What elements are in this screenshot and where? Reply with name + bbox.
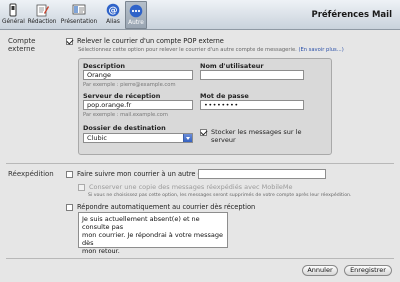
tab-compose[interactable]: Rédaction [27,1,57,29]
username-label: Nom d'utilisateur [200,62,264,70]
keep-copy-checkbox[interactable] [78,183,85,191]
store-on-server-label-2: serveur [211,136,236,144]
save-button[interactable]: Enregistrer [344,265,392,276]
auto-reply-checkbox[interactable] [66,203,73,211]
store-on-server-checkbox[interactable] [200,129,207,136]
svg-text:@: @ [109,6,118,16]
pop-account-subnote: Sélectionnez cette option pour relever l… [78,47,344,53]
keep-copy-label: Conserver une copie des messages réexpéd… [89,183,293,191]
keep-copy-option[interactable]: Conserver une copie des messages réexpéd… [78,183,293,191]
chevron-down-icon [183,134,192,142]
more-icon [129,4,143,18]
forwarding-section-label: Réexpédition [8,170,54,178]
compose-icon [36,4,49,17]
forward-address-field[interactable] [198,169,326,179]
store-on-server-label-1: Stocker les messages sur le [211,128,302,136]
auto-reply-line: mon courrier. Je répondrai à votre messa… [82,231,224,247]
at-icon: @ [106,3,120,17]
pop-account-option[interactable]: Relever le courrier d'un compte POP exte… [66,37,224,45]
auto-reply-line: Je suis actuellement absent(e) et ne con… [82,215,200,231]
auto-reply-line: mon retour. [82,247,120,255]
tab-general-label: Général [2,19,25,25]
forward-checkbox[interactable] [66,170,73,178]
section-divider [6,163,394,164]
cancel-button[interactable]: Annuler [302,265,338,276]
server-hint: Par exemple : mail.example.com [83,112,168,118]
tab-general[interactable]: Général [2,1,25,29]
tab-presentation[interactable]: Présentation [60,1,98,29]
description-label: Description [83,62,126,70]
folder-label: Dossier de destination [83,124,166,132]
description-hint: Par exemple : pierre@example.com [83,82,176,88]
learn-more-link[interactable]: (En savoir plus...) [298,47,343,53]
tab-other[interactable]: Autre [125,1,147,29]
pop-settings-box: Description Orange Par exemple : pierre@… [78,58,332,155]
presentation-icon [72,4,86,15]
password-field[interactable]: •••••••• [200,100,304,110]
tab-presentation-label: Présentation [60,19,98,25]
tab-alias[interactable]: @ Alias [102,1,124,29]
tab-other-label: Autre [128,20,144,26]
server-field[interactable]: pop.orange.fr [83,100,193,110]
footer-divider [6,258,394,259]
server-label: Serveur de réception [83,92,161,100]
tab-alias-label: Alias [106,19,120,25]
window-title: Préférences Mail [311,10,392,20]
account-section-label-2: externe [8,45,35,53]
auto-reply-label: Répondre automatiquement au courrier dès… [77,203,256,211]
folder-select[interactable]: Clubic [83,133,193,143]
password-label: Mot de passe [200,92,249,100]
description-field[interactable]: Orange [83,70,193,80]
folder-select-value: Clubic [87,134,107,142]
pop-account-subnote-text: Sélectionnez cette option pour relever l… [78,47,297,53]
keep-copy-note: Si vous ne choisissez pas cette option, … [88,193,352,198]
username-field[interactable] [200,70,304,80]
switch-icon [9,3,17,17]
auto-reply-message[interactable]: Je suis actuellement absent(e) et ne con… [78,212,228,255]
tab-compose-label: Rédaction [27,19,57,25]
toolbar: Général Rédaction Présentation @ Alias A… [0,0,400,30]
auto-reply-option[interactable]: Répondre automatiquement au courrier dès… [66,203,255,211]
pop-account-checkbox[interactable] [66,37,73,45]
store-on-server-option[interactable]: Stocker les messages sur le serveur [200,128,301,144]
account-section-label: Compte [8,37,36,45]
pop-account-label: Relever le courrier d'un compte POP exte… [77,37,224,45]
store-on-server-label: Stocker les messages sur le serveur [211,128,301,144]
